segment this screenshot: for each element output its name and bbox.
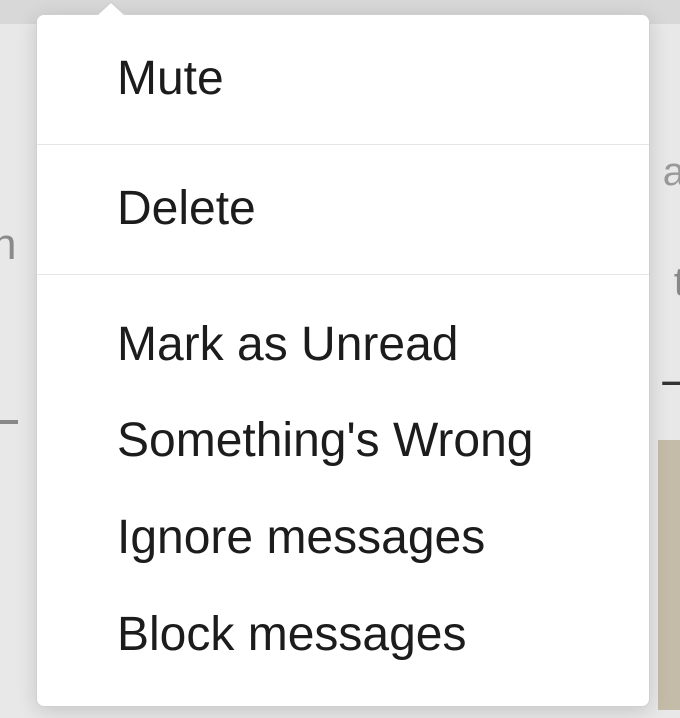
- menu-section: Delete: [37, 145, 649, 275]
- menu-section: Mute: [37, 15, 649, 145]
- menu-item-somethings-wrong[interactable]: Something's Wrong: [37, 393, 649, 490]
- menu-item-label: Mark as Unread: [117, 318, 458, 371]
- menu-item-delete[interactable]: Delete: [37, 145, 649, 274]
- menu-item-mute[interactable]: Mute: [37, 15, 649, 144]
- menu-item-block-messages[interactable]: Block messages: [37, 587, 649, 706]
- background-fragment: a: [663, 150, 680, 195]
- background-fragment: n: [0, 220, 16, 270]
- menu-item-ignore-messages[interactable]: Ignore messages: [37, 490, 649, 587]
- menu-item-label: Ignore messages: [117, 511, 485, 564]
- menu-item-label: Block messages: [117, 608, 466, 661]
- dropdown-menu: Mute Delete Mark as Unread Something's W…: [36, 14, 650, 707]
- menu-section: Mark as Unread Something's Wrong Ignore …: [37, 275, 649, 706]
- menu-item-label: Delete: [117, 182, 256, 235]
- background-fragment: –: [662, 350, 680, 408]
- menu-item-mark-unread[interactable]: Mark as Unread: [37, 275, 649, 394]
- menu-item-label: Mute: [117, 52, 224, 105]
- background-fragment: [658, 440, 680, 710]
- background-fragment: [0, 420, 18, 424]
- menu-item-label: Something's Wrong: [117, 414, 533, 467]
- background-fragment: t: [674, 260, 680, 305]
